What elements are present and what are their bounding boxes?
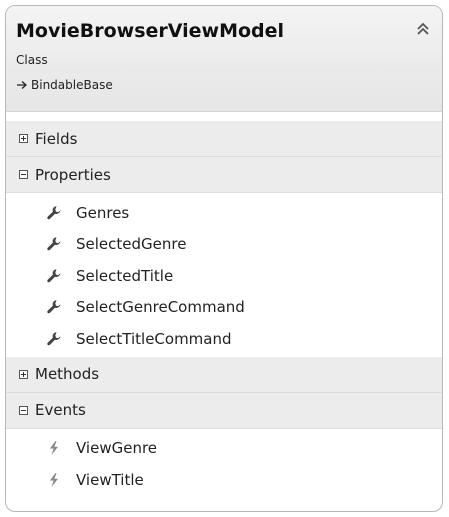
plus-box-icon[interactable] [19,134,28,143]
base-class-name: BindableBase [31,78,113,92]
property-label: SelectGenreCommand [76,298,245,317]
wrench-icon [46,331,62,347]
property-item[interactable]: SelectedTitle [6,260,442,292]
property-item[interactable]: SelectGenreCommand [6,292,442,324]
class-kind: Class [16,53,48,67]
lightning-icon [46,440,62,456]
section-events-header[interactable]: Events [6,392,442,429]
events-list: ViewGenre ViewTitle [6,428,442,498]
section-methods-header[interactable]: Methods [6,356,442,393]
class-diagram-shape[interactable]: MovieBrowserViewModel Class BindableBase [5,5,443,512]
wrench-icon [46,268,62,284]
lightning-icon [46,472,62,488]
property-label: SelectedTitle [76,266,174,285]
section-properties-label: Properties [35,165,111,184]
double-chevron-up-icon [416,21,430,37]
properties-list: Genres SelectedGenre SelectedTitle Selec… [6,193,442,357]
wrench-icon [46,205,62,221]
property-label: Genres [76,203,130,222]
section-methods-label: Methods [35,365,100,383]
event-label: ViewTitle [76,470,144,489]
minus-box-icon[interactable] [19,170,28,179]
property-label: SelectedGenre [76,235,187,254]
section-fields-label: Fields [35,129,78,148]
section-properties-header[interactable]: Properties [6,157,442,193]
wrench-icon [46,299,62,315]
section-fields-header[interactable]: Fields [6,112,442,157]
inheritance-arrow-icon [16,80,28,90]
property-item[interactable]: SelectedGenre [6,229,442,261]
property-item[interactable]: SelectTitleCommand [6,323,442,355]
minus-box-icon[interactable] [19,405,28,415]
plus-box-icon[interactable] [19,369,28,379]
collapse-shape-button[interactable] [416,21,430,37]
wrench-icon [46,236,62,252]
section-events-label: Events [35,401,86,419]
property-label: SelectTitleCommand [76,329,232,348]
class-header: MovieBrowserViewModel Class BindableBase [6,6,442,112]
event-item[interactable]: ViewGenre [6,433,442,465]
event-label: ViewGenre [76,439,158,458]
base-class-row: BindableBase [16,78,113,92]
class-name: MovieBrowserViewModel [16,20,285,42]
event-item[interactable]: ViewTitle [6,464,442,496]
property-item[interactable]: Genres [6,197,442,229]
